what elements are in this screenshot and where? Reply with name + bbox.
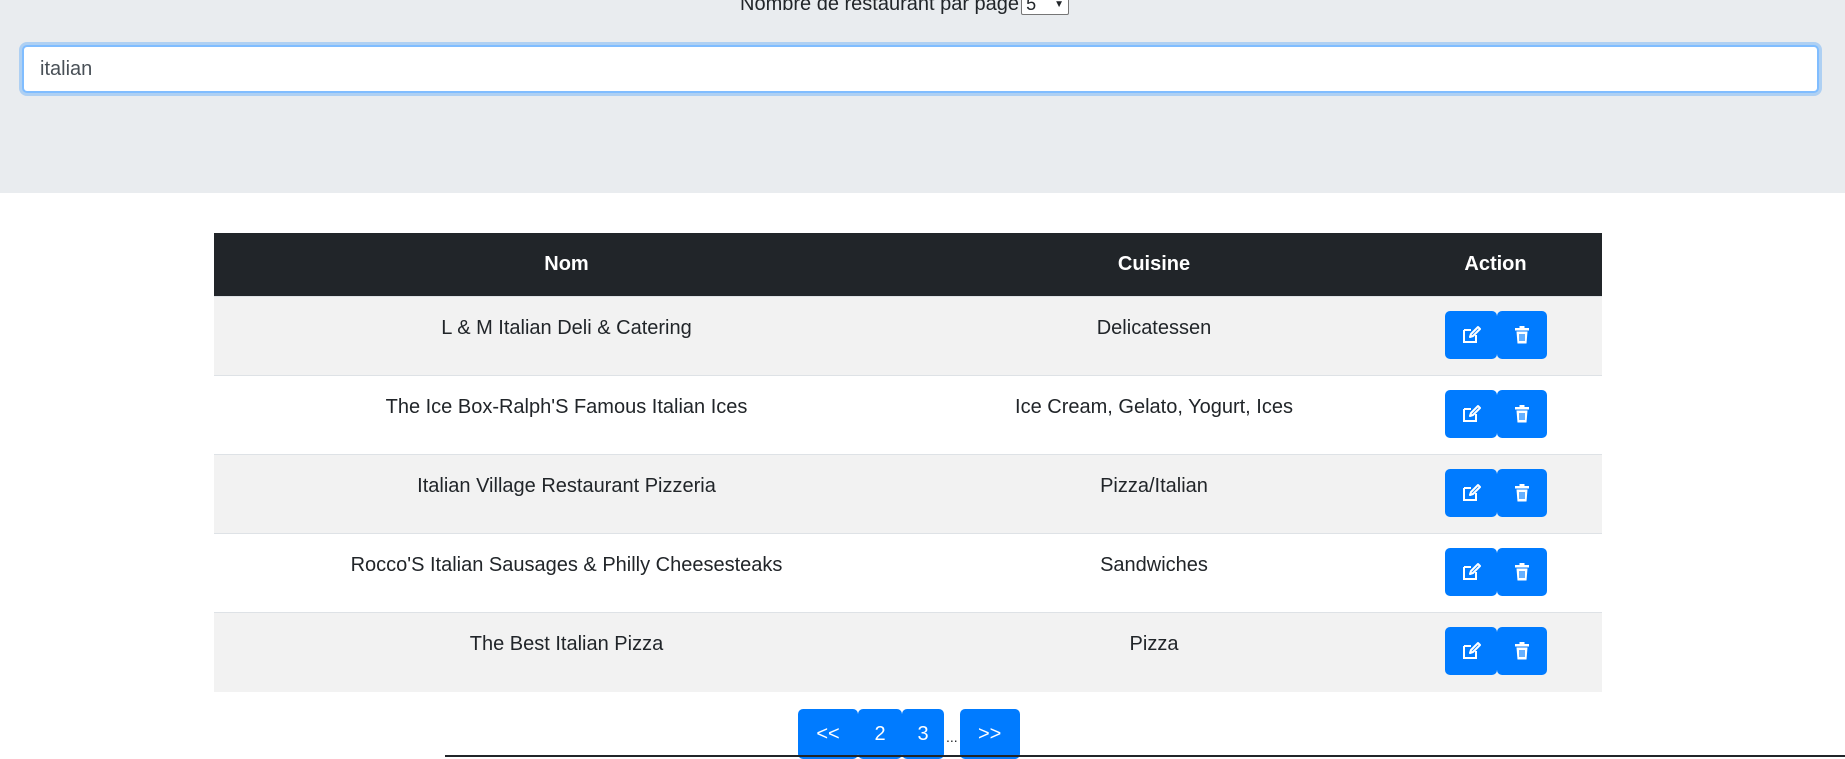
cell-nom: Rocco'S Italian Sausages & Philly Cheese… <box>214 533 919 613</box>
per-page-label: Nombre de restaurant par page <box>740 0 1020 15</box>
per-page-control: Nombre de restaurant par page 5 ▼ <box>740 0 1070 16</box>
cell-cuisine: Sandwiches <box>919 533 1389 613</box>
cell-nom: The Best Italian Pizza <box>214 612 919 692</box>
pagination-prev-button[interactable]: << <box>798 709 858 759</box>
edit-icon <box>1462 484 1481 501</box>
cell-action <box>1389 375 1602 455</box>
trash-icon <box>1514 326 1529 344</box>
cell-action <box>1389 454 1602 534</box>
cell-cuisine: Ice Cream, Gelato, Yogurt, Ices <box>919 375 1389 455</box>
header-action: Action <box>1389 233 1602 297</box>
table-row: Italian Village Restaurant Pizzeria Pizz… <box>214 454 1602 534</box>
pagination: << 2 3 ... >> <box>798 709 1020 759</box>
chevron-down-icon: ▼ <box>1054 0 1065 10</box>
delete-button[interactable] <box>1496 627 1547 675</box>
edit-button[interactable] <box>1444 311 1497 359</box>
header-cuisine: Cuisine <box>919 233 1389 297</box>
table-row: Rocco'S Italian Sausages & Philly Cheese… <box>214 533 1602 613</box>
table-row: L & M Italian Deli & Catering Delicatess… <box>214 296 1602 376</box>
per-page-value: 5 <box>1026 0 1037 14</box>
cell-cuisine: Delicatessen <box>919 296 1389 376</box>
filter-panel: Nombre de restaurant par page 5 ▼ <box>0 0 1845 193</box>
trash-icon <box>1514 484 1529 502</box>
edit-button[interactable] <box>1444 390 1497 438</box>
edit-icon <box>1462 563 1481 580</box>
edit-button[interactable] <box>1444 469 1497 517</box>
edit-button[interactable] <box>1444 627 1497 675</box>
trash-icon <box>1514 405 1529 423</box>
cell-nom: The Ice Box-Ralph'S Famous Italian Ices <box>214 375 919 455</box>
edit-icon <box>1462 326 1481 343</box>
delete-button[interactable] <box>1496 311 1547 359</box>
cell-cuisine: Pizza <box>919 612 1389 692</box>
delete-button[interactable] <box>1496 469 1547 517</box>
cell-nom: L & M Italian Deli & Catering <box>214 296 919 376</box>
edit-button[interactable] <box>1444 548 1497 596</box>
pagination-page-button[interactable]: 3 <box>902 709 944 759</box>
edit-icon <box>1462 405 1481 422</box>
header-nom: Nom <box>214 233 919 297</box>
per-page-select[interactable]: 5 ▼ <box>1021 0 1070 15</box>
pagination-next-button[interactable]: >> <box>959 709 1020 759</box>
restaurants-table: Nom Cuisine Action L & M Italian Deli & … <box>214 233 1602 692</box>
trash-icon <box>1514 642 1529 660</box>
delete-button[interactable] <box>1496 548 1547 596</box>
table-header-row: Nom Cuisine Action <box>214 233 1602 297</box>
edit-icon <box>1462 642 1481 659</box>
table-row: The Ice Box-Ralph'S Famous Italian Ices … <box>214 375 1602 455</box>
table-row: The Best Italian Pizza Pizza <box>214 612 1602 692</box>
pagination-page-button[interactable]: 2 <box>858 709 902 759</box>
cell-cuisine: Pizza/Italian <box>919 454 1389 534</box>
trash-icon <box>1514 563 1529 581</box>
cell-nom: Italian Village Restaurant Pizzeria <box>214 454 919 534</box>
cell-action <box>1389 296 1602 376</box>
delete-button[interactable] <box>1496 390 1547 438</box>
search-input[interactable] <box>22 45 1819 93</box>
cell-action <box>1389 533 1602 613</box>
cell-action <box>1389 612 1602 692</box>
